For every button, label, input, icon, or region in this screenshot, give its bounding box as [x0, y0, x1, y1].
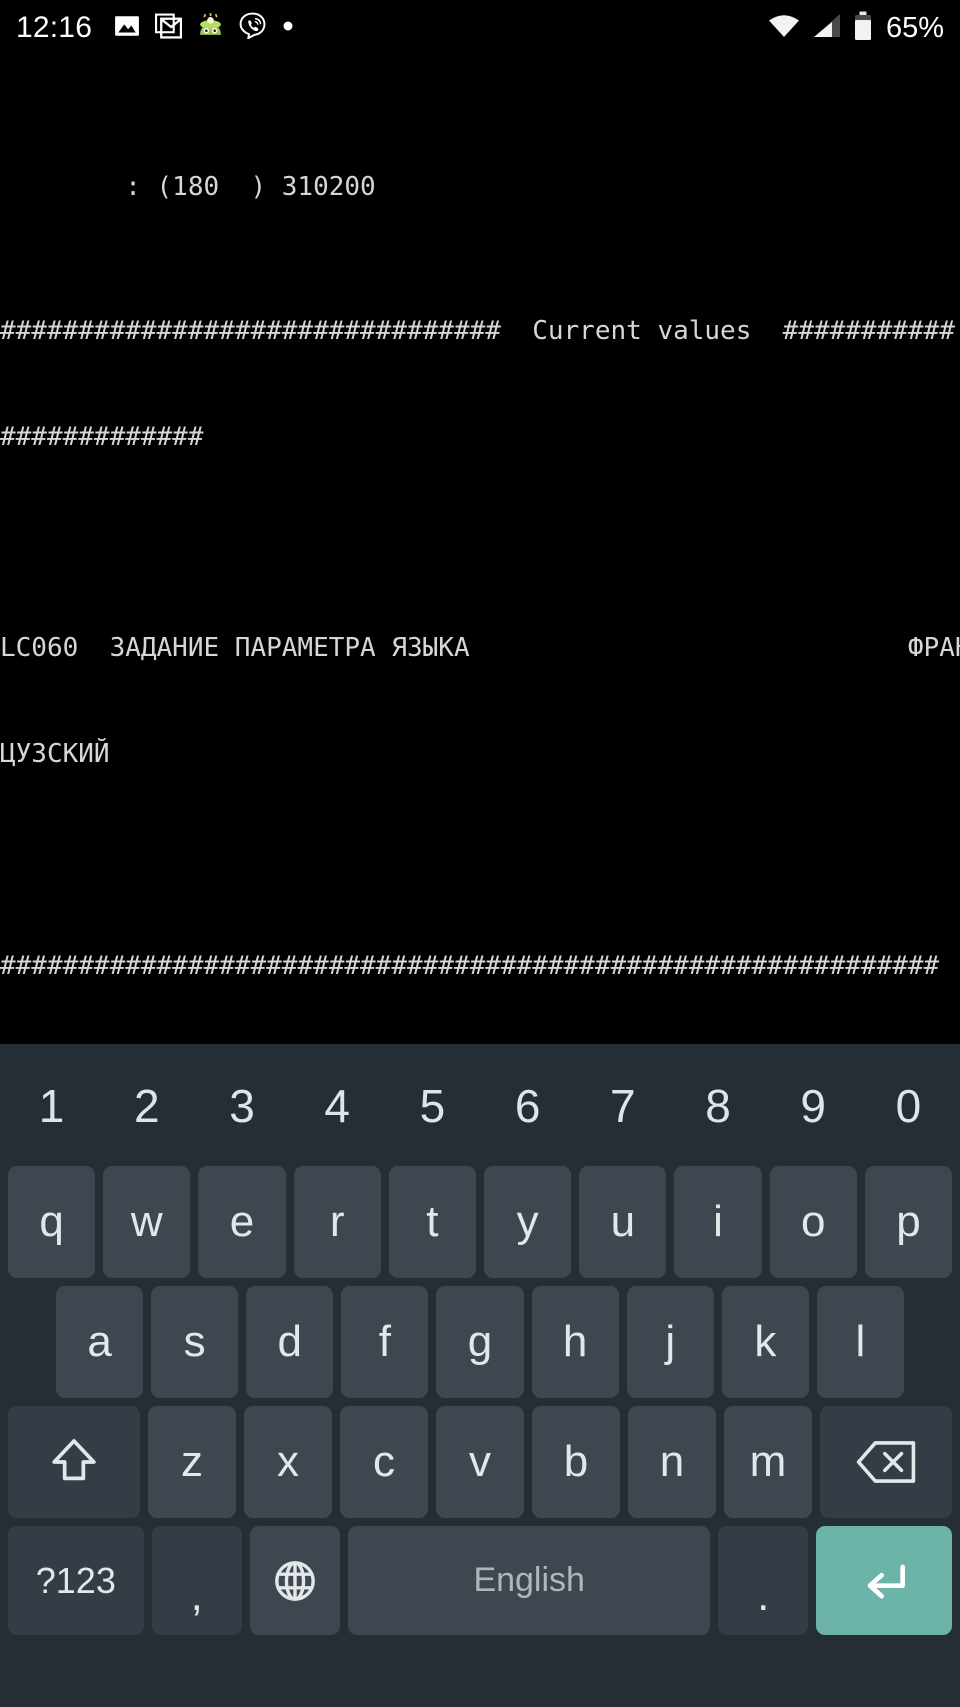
battery-icon — [853, 11, 873, 46]
space-key[interactable]: English — [348, 1526, 710, 1635]
key-9[interactable]: 9 — [770, 1054, 857, 1158]
terminal-record-line: LC060 ЗАДАНИЕ ПАРАМЕТРА ЯЗЫКА ФРАН — [0, 633, 960, 664]
shift-key[interactable] — [8, 1406, 140, 1518]
status-bar: 12:16 65% — [0, 0, 960, 56]
key-x[interactable]: x — [244, 1406, 332, 1518]
key-8[interactable]: 8 — [674, 1054, 761, 1158]
key-n[interactable]: n — [628, 1406, 716, 1518]
key-c[interactable]: c — [340, 1406, 428, 1518]
key-0[interactable]: 0 — [865, 1054, 952, 1158]
status-system-icons: 65% — [767, 11, 944, 46]
on-screen-keyboard[interactable]: 1 2 3 4 5 6 7 8 9 0 q w e r t y u i o p … — [0, 1044, 960, 1707]
key-z[interactable]: z — [148, 1406, 236, 1518]
gmail-icon — [155, 13, 183, 44]
terminal-line: ################################ Current… — [0, 315, 955, 346]
globe-icon — [270, 1556, 320, 1606]
key-r[interactable]: r — [293, 1166, 381, 1278]
terminal-line: ############# — [0, 421, 204, 452]
keyboard-row-home: a s d f g h j k l — [4, 1282, 956, 1402]
key-l[interactable]: l — [816, 1286, 904, 1398]
key-s[interactable]: s — [151, 1286, 239, 1398]
key-i[interactable]: i — [674, 1166, 762, 1278]
terminal-divider: ########################################… — [0, 951, 940, 982]
keyboard-row-function: ?123 , English . — [4, 1522, 956, 1639]
key-e[interactable]: e — [198, 1166, 286, 1278]
key-k[interactable]: k — [721, 1286, 809, 1398]
key-v[interactable]: v — [436, 1406, 524, 1518]
key-u[interactable]: u — [579, 1166, 667, 1278]
keyboard-row-numbers: 1 2 3 4 5 6 7 8 9 0 — [4, 1050, 956, 1162]
key-5[interactable]: 5 — [389, 1054, 476, 1158]
key-m[interactable]: m — [724, 1406, 812, 1518]
key-o[interactable]: o — [769, 1166, 857, 1278]
key-4[interactable]: 4 — [294, 1054, 381, 1158]
backspace-icon — [855, 1438, 917, 1486]
photos-icon — [114, 13, 140, 44]
key-f[interactable]: f — [341, 1286, 429, 1398]
key-d[interactable]: d — [246, 1286, 334, 1398]
dot-icon — [281, 19, 295, 38]
status-clock: 12:16 — [16, 11, 93, 44]
status-notification-icons — [114, 12, 295, 44]
enter-key[interactable] — [816, 1526, 952, 1635]
game-avatar-icon — [197, 12, 224, 44]
key-y[interactable]: y — [484, 1166, 572, 1278]
key-j[interactable]: j — [626, 1286, 714, 1398]
enter-icon — [856, 1553, 912, 1609]
symbols-key[interactable]: ?123 — [8, 1526, 144, 1635]
wifi-icon — [767, 12, 801, 45]
battery-percentage: 65% — [885, 11, 944, 44]
cellular-signal-icon — [812, 12, 842, 45]
key-p[interactable]: p — [864, 1166, 953, 1278]
phone-screen: 12:16 65%: (180) 310200 ##############… — [0, 0, 960, 1707]
key-3[interactable]: 3 — [198, 1054, 285, 1158]
language-switch-key[interactable] — [250, 1526, 341, 1635]
key-b[interactable]: b — [532, 1406, 620, 1518]
key-2[interactable]: 2 — [103, 1054, 190, 1158]
key-w[interactable]: w — [103, 1166, 191, 1278]
terminal-output[interactable]: : (180 ) 310200 ########################… — [0, 56, 960, 1044]
terminal-title-line: : (180 ) 310200 — [0, 171, 376, 202]
key-6[interactable]: 6 — [484, 1054, 571, 1158]
key-q[interactable]: q — [8, 1166, 96, 1278]
key-h[interactable]: h — [531, 1286, 619, 1398]
key-7[interactable]: 7 — [579, 1054, 666, 1158]
terminal-text-buffer: : (180 ) 310200 ########################… — [0, 56, 960, 1044]
viber-icon — [239, 12, 266, 44]
key-a[interactable]: a — [56, 1286, 144, 1398]
backspace-key[interactable] — [820, 1406, 952, 1518]
keyboard-row-qwerty: q w e r t y u i o p — [4, 1162, 956, 1282]
comma-key[interactable]: , — [151, 1526, 242, 1635]
shift-icon — [46, 1434, 102, 1490]
key-1[interactable]: 1 — [8, 1054, 95, 1158]
key-t[interactable]: t — [388, 1166, 477, 1278]
period-key[interactable]: . — [718, 1526, 809, 1635]
terminal-record-line-wrap: ЦУЗСКИЙ — [0, 739, 110, 770]
key-g[interactable]: g — [436, 1286, 524, 1398]
keyboard-row-bottom-letters: z x c v b n m — [4, 1402, 956, 1522]
